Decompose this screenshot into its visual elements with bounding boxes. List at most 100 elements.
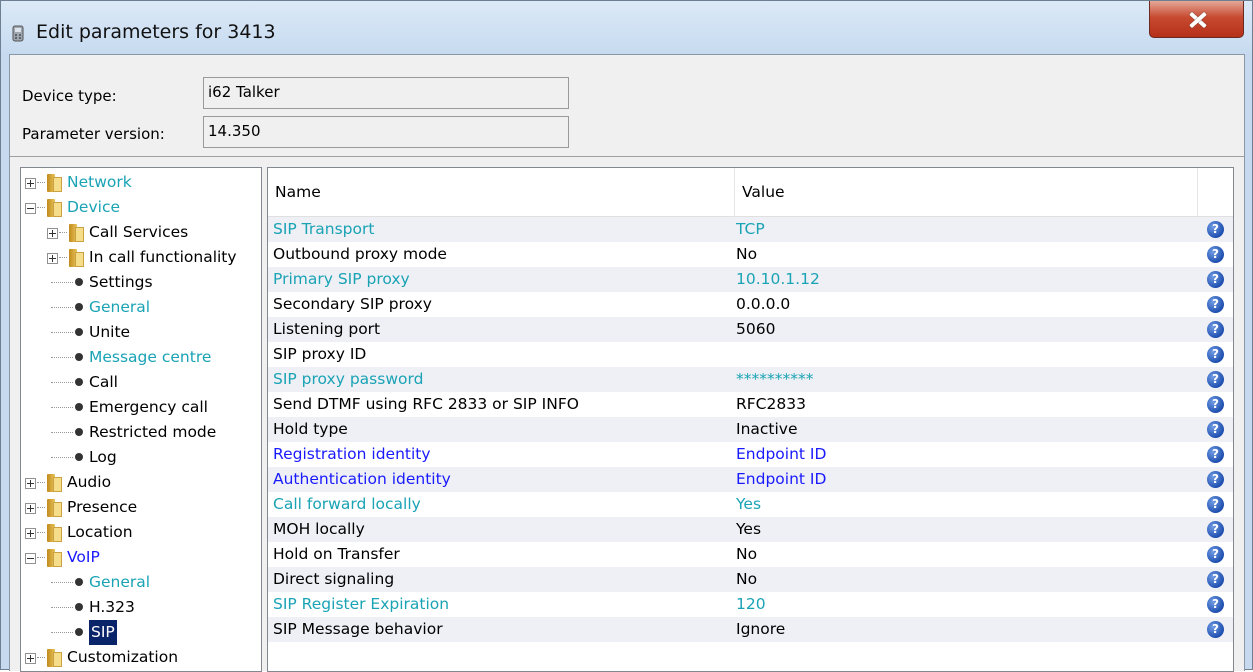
- tree-connector: [37, 657, 45, 659]
- parameter-value[interactable]: Ignore: [736, 617, 785, 642]
- tree-connector: [37, 532, 45, 534]
- tree-item[interactable]: Call: [21, 370, 261, 395]
- tree-item[interactable]: Audio: [21, 470, 261, 495]
- help-icon[interactable]: ?: [1207, 546, 1224, 563]
- parameter-value[interactable]: No: [736, 242, 757, 267]
- table-row[interactable]: MOH locally Yes?: [268, 517, 1233, 542]
- close-button[interactable]: [1149, 1, 1244, 38]
- expand-icon[interactable]: [47, 228, 58, 239]
- table-row[interactable]: SIP proxy password **********?: [268, 367, 1233, 392]
- tree-connector: [37, 507, 45, 509]
- parameter-value[interactable]: No: [736, 567, 757, 592]
- parameter-value[interactable]: Endpoint ID: [736, 442, 826, 467]
- help-icon[interactable]: ?: [1207, 346, 1224, 363]
- tree-item[interactable]: Log: [21, 445, 261, 470]
- table-row[interactable]: Registration identity Endpoint ID?: [268, 442, 1233, 467]
- parameter-value[interactable]: TCP: [736, 217, 765, 242]
- table-row[interactable]: Hold on Transfer No?: [268, 542, 1233, 567]
- folder-icon: [69, 224, 84, 242]
- expand-icon[interactable]: [25, 503, 36, 514]
- expand-icon[interactable]: [25, 478, 36, 489]
- table-row[interactable]: Call forward locally Yes?: [268, 492, 1233, 517]
- parameter-value[interactable]: 0.0.0.0: [736, 292, 790, 317]
- parameter-value[interactable]: 120: [736, 592, 766, 617]
- expand-icon[interactable]: [25, 653, 36, 664]
- parameter-value[interactable]: **********: [736, 367, 814, 392]
- help-icon[interactable]: ?: [1207, 421, 1224, 438]
- help-icon[interactable]: ?: [1207, 221, 1224, 238]
- tree-item-label: Audio: [67, 473, 112, 491]
- tree-item[interactable]: General: [21, 570, 261, 595]
- column-header-value[interactable]: Value: [735, 168, 1197, 216]
- column-header-name[interactable]: Name: [268, 168, 735, 216]
- help-icon[interactable]: ?: [1207, 496, 1224, 513]
- collapse-icon[interactable]: [25, 553, 36, 564]
- table-row[interactable]: SIP Message behavior Ignore?: [268, 617, 1233, 642]
- tree-item-label: Call: [89, 373, 118, 391]
- collapse-icon[interactable]: [25, 203, 36, 214]
- parameter-version-field: 14.350: [203, 116, 569, 148]
- tree-item[interactable]: In call functionality: [21, 245, 261, 270]
- tree-item[interactable]: Unite: [21, 320, 261, 345]
- parameter-value[interactable]: Yes: [736, 517, 761, 542]
- help-icon[interactable]: ?: [1207, 271, 1224, 288]
- table-row[interactable]: SIP proxy ID?: [268, 342, 1233, 367]
- tree-item[interactable]: Customization: [21, 645, 261, 670]
- table-row[interactable]: Hold type Inactive?: [268, 417, 1233, 442]
- tree-connector: [51, 332, 73, 334]
- table-row[interactable]: Secondary SIP proxy 0.0.0.0?: [268, 292, 1233, 317]
- tree-item[interactable]: Message centre: [21, 345, 261, 370]
- parameter-value[interactable]: 5060: [736, 317, 775, 342]
- help-icon[interactable]: ?: [1207, 471, 1224, 488]
- table-row[interactable]: SIP Transport TCP?: [268, 217, 1233, 242]
- title-bar[interactable]: Edit parameters for 3413: [1, 1, 1252, 53]
- tree-item[interactable]: General: [21, 295, 261, 320]
- tree-item[interactable]: Location: [21, 520, 261, 545]
- parameter-value[interactable]: Inactive: [736, 417, 798, 442]
- tree-item[interactable]: Emergency call: [21, 395, 261, 420]
- help-icon[interactable]: ?: [1207, 596, 1224, 613]
- help-icon[interactable]: ?: [1207, 371, 1224, 388]
- table-row[interactable]: Direct signaling No?: [268, 567, 1233, 592]
- parameter-value[interactable]: 10.10.1.12: [736, 267, 820, 292]
- tree-item-label: General: [89, 573, 151, 591]
- parameter-value[interactable]: Yes: [736, 492, 761, 517]
- tree-item[interactable]: Network: [21, 170, 261, 195]
- table-row[interactable]: Primary SIP proxy 10.10.1.12?: [268, 267, 1233, 292]
- parameter-value[interactable]: RFC2833: [736, 392, 806, 417]
- tree-item[interactable]: H.323: [21, 595, 261, 620]
- tree-item-label: Location: [67, 523, 133, 541]
- help-icon[interactable]: ?: [1207, 396, 1224, 413]
- leaf-bullet-icon: [75, 278, 83, 286]
- tree-item[interactable]: SIP: [21, 620, 261, 645]
- tree-item[interactable]: VoIP: [21, 545, 261, 570]
- expand-icon[interactable]: [25, 528, 36, 539]
- tree-item[interactable]: Restricted mode: [21, 420, 261, 445]
- help-icon[interactable]: ?: [1207, 321, 1224, 338]
- tree-item[interactable]: Settings: [21, 270, 261, 295]
- table-row[interactable]: Outbound proxy mode No?: [268, 242, 1233, 267]
- app-icon: [12, 25, 24, 42]
- help-icon[interactable]: ?: [1207, 246, 1224, 263]
- table-row[interactable]: SIP Register Expiration 120?: [268, 592, 1233, 617]
- parameter-value[interactable]: No: [736, 542, 757, 567]
- tree-item[interactable]: Presence: [21, 495, 261, 520]
- parameter-name: Authentication identity: [273, 470, 451, 488]
- help-icon[interactable]: ?: [1207, 621, 1224, 638]
- parameter-tree[interactable]: Network Device Call Services In call functi…: [20, 167, 262, 672]
- folder-icon: [47, 524, 62, 542]
- help-icon[interactable]: ?: [1207, 571, 1224, 588]
- help-icon[interactable]: ?: [1207, 446, 1224, 463]
- leaf-bullet-icon: [75, 403, 83, 411]
- tree-item[interactable]: Call Services: [21, 220, 261, 245]
- expand-icon[interactable]: [25, 178, 36, 189]
- parameter-value[interactable]: Endpoint ID: [736, 467, 826, 492]
- expand-icon[interactable]: [47, 253, 58, 264]
- tree-item-label: H.323: [89, 598, 135, 616]
- help-icon[interactable]: ?: [1207, 296, 1224, 313]
- tree-item[interactable]: Device: [21, 195, 261, 220]
- table-row[interactable]: Authentication identity Endpoint ID?: [268, 467, 1233, 492]
- table-row[interactable]: Listening port 5060?: [268, 317, 1233, 342]
- table-row[interactable]: Send DTMF using RFC 2833 or SIP INFO RFC2…: [268, 392, 1233, 417]
- help-icon[interactable]: ?: [1207, 521, 1224, 538]
